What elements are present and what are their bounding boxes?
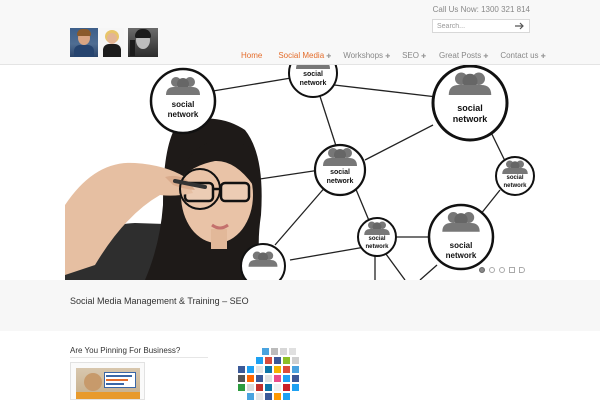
nav-item-seo[interactable]: SEO ✚ [402, 51, 426, 63]
social-network-illustration: social network social network social net… [65, 65, 535, 280]
arrow-right-icon[interactable] [515, 22, 525, 30]
search-box[interactable] [432, 19, 530, 33]
slide-dot[interactable] [499, 267, 505, 273]
play-icon[interactable] [519, 267, 525, 273]
svg-text:social: social [330, 169, 350, 176]
social-icons [238, 348, 299, 400]
svg-text:network: network [300, 80, 327, 87]
social-icons-cloud [238, 348, 299, 400]
svg-text:social: social [368, 236, 385, 242]
pinterest-post-thumbnail[interactable] [70, 362, 145, 400]
call-us-text: Call Us Now: 1300 321 814 [432, 5, 530, 14]
search-input[interactable] [437, 21, 513, 31]
slide-dot[interactable] [479, 267, 485, 273]
nav-item-social-media[interactable]: Social Media ✚ [278, 51, 332, 66]
nav-label: Social Media [278, 51, 325, 60]
svg-text:network: network [446, 251, 477, 260]
social-network-node: social network [431, 65, 509, 142]
hero-slider[interactable]: social network social network social net… [65, 65, 535, 280]
page-title: Social Media Management & Training – SEO [70, 296, 249, 306]
nav-item-great-posts[interactable]: Great Posts ✚ [439, 51, 488, 63]
team-photo [100, 28, 124, 57]
svg-text:network: network [168, 110, 199, 119]
social-network-node: social network [357, 217, 397, 257]
team-photo [70, 28, 98, 57]
plus-icon: ✚ [385, 54, 391, 60]
page-title-band: Social Media Management & Training – SEO [0, 280, 600, 331]
nav-label: Contact us [500, 51, 539, 60]
social-network-node [240, 243, 286, 280]
social-network-node: social network [288, 65, 338, 98]
svg-text:social: social [450, 241, 473, 250]
site-logo[interactable] [70, 28, 158, 57]
team-photo [128, 28, 158, 57]
site-header: Call Us Now: 1300 321 814 Home Social Me [0, 0, 600, 66]
social-network-node: social network [427, 203, 495, 271]
nav-item-home[interactable]: Home [241, 51, 262, 63]
nav-item-workshops[interactable]: Workshops ✚ [343, 51, 390, 63]
plus-icon: ✚ [421, 54, 427, 60]
thumbnail-image [76, 368, 140, 399]
nav-label: Great Posts [439, 51, 482, 60]
social-network-node: social network [495, 156, 535, 196]
plus-icon: ✚ [326, 54, 332, 60]
widget-divider [70, 357, 208, 358]
social-network-node: social network [149, 67, 217, 135]
nav-label: Workshops [343, 51, 384, 60]
svg-text:network: network [453, 114, 489, 124]
social-network-node: social network [313, 143, 367, 197]
main-nav: Home Social Media ✚ Workshops ✚ SEO ✚ Great… [241, 51, 546, 66]
plus-icon: ✚ [540, 54, 546, 60]
svg-text:social: social [172, 100, 195, 109]
svg-text:social: social [457, 103, 483, 113]
slide-dot[interactable] [489, 267, 495, 273]
widget-title: Are You Pinning For Business? [70, 346, 181, 355]
svg-text:social: social [506, 175, 523, 181]
plus-icon: ✚ [483, 54, 489, 60]
svg-text:network: network [365, 244, 389, 250]
svg-text:social: social [303, 71, 323, 78]
nav-item-contact-us[interactable]: Contact us ✚ [500, 51, 545, 63]
nav-label: SEO [402, 51, 419, 60]
pause-icon[interactable] [509, 267, 515, 273]
svg-text:network: network [327, 178, 354, 185]
woman-illustration [65, 118, 265, 280]
slider-controls [479, 267, 525, 273]
nav-label: Home [241, 51, 263, 60]
svg-text:network: network [503, 183, 527, 189]
